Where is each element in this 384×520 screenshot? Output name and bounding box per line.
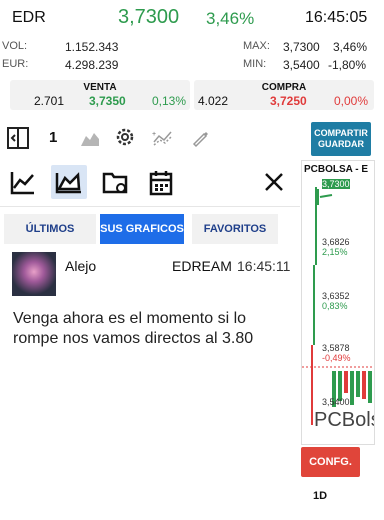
change-percent: 3,46% (206, 9, 255, 28)
min-percent: -1,80% (328, 58, 367, 72)
share-label: COMPARTIR (314, 128, 368, 138)
level-price: 3,5400 (322, 397, 350, 407)
level-price: 3,5878 (322, 343, 350, 353)
config-button[interactable]: CONFG. (301, 447, 360, 477)
chart-thumbnail[interactable]: PCBOLSA - E 3,7300 3,6826 2,15% 3,6352 0… (301, 160, 375, 445)
social-tabs: ÚLTIMOS SUS GRAFICOS FAVORITOS (4, 214, 298, 244)
volume-bar (368, 371, 372, 403)
avatar[interactable] (12, 252, 56, 296)
tab-sus-graficos[interactable]: SUS GRAFICOS (100, 214, 184, 244)
svg-text:+: + (152, 131, 156, 138)
tab-ultimos[interactable]: ÚLTIMOS (4, 214, 96, 244)
compra-qty: 4.022 (198, 94, 229, 108)
symbol-label: EDR (12, 9, 46, 26)
compra-panel: COMPRA 4.022 3,7250 0,00% (194, 80, 374, 110)
collapse-panel-icon[interactable] (6, 126, 30, 150)
level-price: 3,6352 (322, 291, 350, 301)
last-price: 3,7300 (118, 6, 180, 28)
post-time: 16:45:11 (237, 258, 291, 274)
min-value: 3,5400 (283, 58, 320, 72)
vol-value: 1.152.343 (65, 40, 119, 54)
compra-price: 3,7250 (270, 94, 307, 108)
calendar-icon[interactable] (148, 169, 174, 197)
post-ticker[interactable]: EDREAMS (172, 258, 232, 274)
chart-title: PCBOLSA - E (304, 164, 369, 175)
tab-favoritos[interactable]: FAVORITOS (192, 214, 278, 244)
venta-qty: 2.701 (34, 94, 65, 108)
watermark-logo: PCBolsa (314, 409, 374, 431)
vol-label: VOL: (2, 40, 28, 52)
compra-title: COMPRA (261, 82, 307, 93)
level-pct: 2,15% (322, 247, 348, 257)
chart-line (319, 194, 333, 198)
post-body: Venga ahora es el momento si lo rompe no… (13, 310, 254, 347)
volume-bar (356, 371, 360, 397)
eur-label: EUR: (2, 58, 29, 70)
close-icon[interactable] (264, 172, 284, 192)
settings-gear-icon[interactable] (114, 126, 136, 148)
venta-title: VENTA (83, 82, 117, 93)
level-price: 3,7300 (322, 179, 350, 189)
venta-pct: 0,13% (152, 94, 187, 108)
min-label: MIN: (243, 58, 267, 70)
level-pct: -0,49% (322, 353, 351, 363)
eur-value: 4.298.239 (65, 58, 119, 72)
my-charts-area-tab-icon[interactable] (51, 165, 87, 199)
divider (0, 206, 300, 207)
share-save-button[interactable]: COMPARTIR GUARDAR (311, 122, 371, 156)
draw-pencil-icon[interactable] (190, 128, 210, 148)
max-value: 3,7300 (283, 40, 320, 54)
venta-price: 3,7350 (89, 94, 126, 108)
volume-bar (344, 371, 348, 393)
max-percent: 3,46% (333, 40, 368, 54)
volume-bar (362, 371, 366, 399)
volume-bar (350, 371, 354, 405)
post-author[interactable]: Alejo (65, 258, 96, 274)
save-label: GUARDAR (318, 139, 364, 149)
max-label: MAX: (243, 40, 270, 52)
level-pct: 0,83% (322, 301, 348, 311)
post-header: Alejo EDREAMS 16:45:11 (12, 252, 297, 298)
folder-settings-icon[interactable] (102, 170, 130, 196)
indicators-icon[interactable]: + (152, 128, 174, 148)
chart-count[interactable]: 1 (49, 129, 57, 146)
last-update-time: 16:45:05 (305, 9, 368, 26)
my-charts-line-icon[interactable] (9, 170, 37, 196)
level-price: 3,6826 (322, 237, 350, 247)
period-label[interactable]: 1D (313, 490, 327, 502)
compra-pct: 0,00% (334, 94, 369, 108)
area-chart-icon[interactable] (80, 128, 100, 148)
venta-panel: VENTA 2.701 3,7350 0,13% (10, 80, 190, 110)
